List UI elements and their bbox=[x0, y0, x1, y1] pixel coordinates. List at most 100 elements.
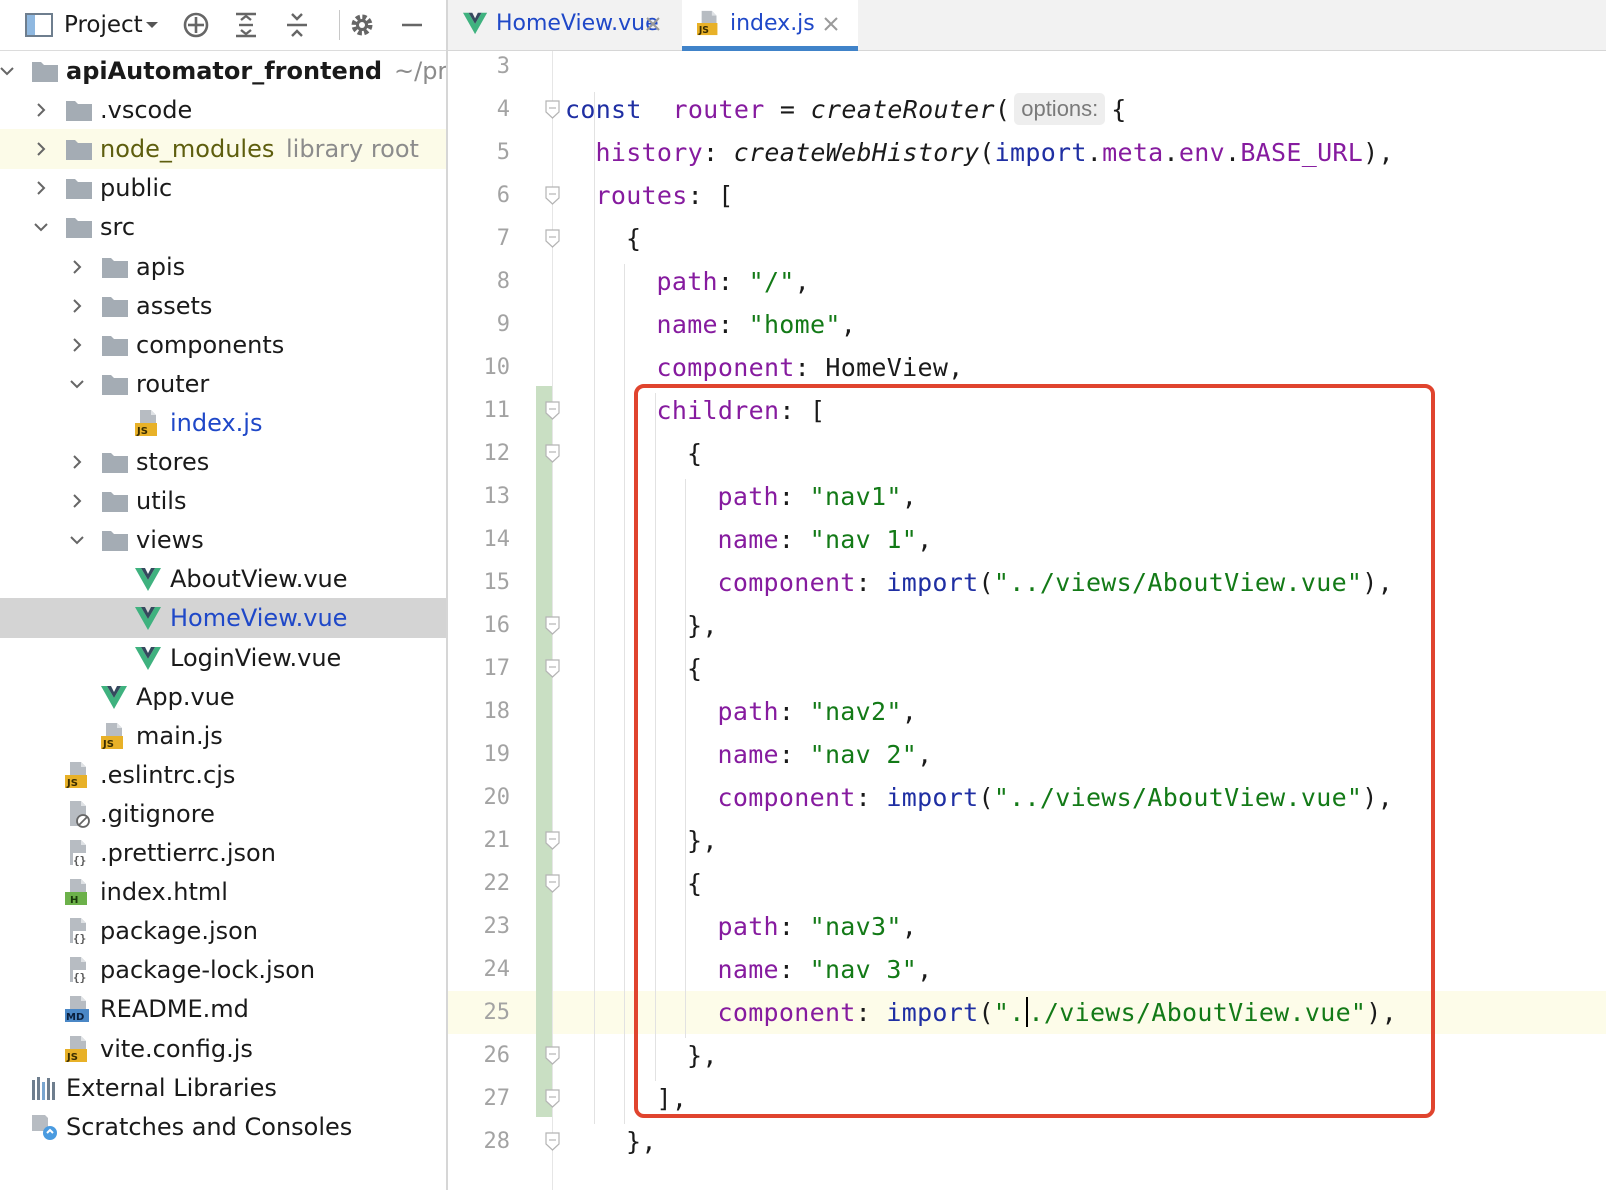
code-line[interactable]: 18 path: "nav2", bbox=[448, 690, 1606, 733]
code-line[interactable]: 26}, bbox=[448, 1034, 1606, 1077]
folder-icon bbox=[102, 453, 128, 473]
fold-marker-icon[interactable] bbox=[544, 874, 561, 893]
code-line[interactable]: 8 path: "/", bbox=[448, 260, 1606, 303]
tree-item[interactable]: assets bbox=[0, 286, 446, 326]
tree-item[interactable]: stores bbox=[0, 442, 446, 482]
code-line[interactable]: 3 bbox=[448, 51, 1606, 88]
tree-item[interactable]: apiAutomator_frontend ~/projects/apiAutom… bbox=[0, 51, 446, 91]
tree-item[interactable]: JS index.js bbox=[0, 403, 446, 443]
code-line[interactable]: 27], bbox=[448, 1077, 1606, 1120]
code-line[interactable]: 13 path: "nav1", bbox=[448, 475, 1606, 518]
chevron-right-icon[interactable] bbox=[32, 101, 50, 119]
fold-marker-icon[interactable] bbox=[544, 444, 561, 463]
tree-item[interactable]: HomeView.vue bbox=[0, 598, 446, 639]
tree-item[interactable]: {} package-lock.json bbox=[0, 950, 446, 990]
code-line[interactable]: 4 const router = createRouter(options:{ bbox=[448, 88, 1606, 131]
chevron-right-icon[interactable] bbox=[68, 258, 86, 276]
code-line[interactable]: 12 { bbox=[448, 432, 1606, 475]
chevron-right-icon[interactable] bbox=[32, 179, 50, 197]
code-line[interactable]: 5 history: createWebHistory(import.meta.e… bbox=[448, 131, 1606, 174]
tree-item[interactable]: .gitignore bbox=[0, 794, 446, 834]
locate-button[interactable] bbox=[178, 8, 214, 42]
code-line[interactable]: 24 name: "nav 3", bbox=[448, 948, 1606, 991]
tree-item[interactable]: Hindex.html bbox=[0, 872, 446, 912]
code-line[interactable]: 6 routes: [ bbox=[448, 174, 1606, 217]
code-token: BASE_URL bbox=[1240, 138, 1364, 167]
tree-item[interactable]: apis bbox=[0, 247, 446, 287]
fold-marker-icon[interactable] bbox=[544, 1089, 561, 1108]
chevron-right-icon[interactable] bbox=[68, 336, 86, 354]
code-line[interactable]: 9 name: "home", bbox=[448, 303, 1606, 346]
tree-item[interactable]: AboutView.vue bbox=[0, 559, 446, 599]
tree-item[interactable]: utils bbox=[0, 481, 446, 521]
code-token: path bbox=[717, 912, 779, 941]
fold-marker-icon[interactable] bbox=[544, 831, 561, 850]
line-number: 24 bbox=[483, 957, 511, 982]
fold-marker-icon[interactable] bbox=[544, 186, 561, 205]
project-view-dropdown[interactable]: Project bbox=[22, 8, 162, 42]
editor-tab[interactable]: JS index.js bbox=[682, 0, 858, 51]
code-line[interactable]: 23 path: "nav3", bbox=[448, 905, 1606, 948]
tree-item[interactable]: .vscode bbox=[0, 90, 446, 130]
code-line[interactable]: 7{ bbox=[448, 217, 1606, 260]
chevron-right-icon[interactable] bbox=[68, 492, 86, 510]
tree-item[interactable]: src bbox=[0, 207, 446, 247]
tree-item-label: LoginView.vue bbox=[170, 643, 342, 672]
settings-button[interactable] bbox=[344, 8, 380, 42]
fold-marker-icon[interactable] bbox=[544, 229, 561, 248]
code-line[interactable]: 11 children: [ bbox=[448, 389, 1606, 432]
tree-item[interactable]: App.vue bbox=[0, 677, 446, 717]
chevron-down-icon[interactable] bbox=[68, 531, 86, 549]
tree-item[interactable]: node_modules library root bbox=[0, 129, 446, 170]
folder-icon bbox=[102, 374, 128, 395]
fold-marker-icon[interactable] bbox=[544, 616, 561, 635]
code-line[interactable]: 16}, bbox=[448, 604, 1606, 647]
fold-marker-icon[interactable] bbox=[544, 659, 561, 678]
code-line[interactable]: 15 component: import("../views/AboutView.… bbox=[448, 561, 1606, 604]
code-token: ), bbox=[1363, 138, 1394, 167]
folder-icon bbox=[66, 140, 92, 161]
tree-item[interactable]: MD README.md bbox=[0, 989, 446, 1029]
code-line[interactable]: 22 { bbox=[448, 862, 1606, 905]
svg-text:JS: JS bbox=[66, 1052, 78, 1063]
code-token: import bbox=[886, 998, 979, 1027]
code-line[interactable]: 17 { bbox=[448, 647, 1606, 690]
tree-item[interactable]: {} .prettierrc.json bbox=[0, 833, 446, 873]
close-icon[interactable] bbox=[644, 15, 662, 33]
tree-item[interactable]: views bbox=[0, 520, 446, 560]
code-line[interactable]: 20 component: import("../views/AboutView.… bbox=[448, 776, 1606, 819]
code-line[interactable]: 10 component: HomeView, bbox=[448, 346, 1606, 389]
tree-item[interactable]: components bbox=[0, 325, 446, 365]
tree-item[interactable]: JS .eslintrc.cjs bbox=[0, 755, 446, 795]
tree-item[interactable]: router bbox=[0, 364, 446, 404]
tree-item[interactable]: public bbox=[0, 168, 446, 208]
fold-marker-icon[interactable] bbox=[544, 401, 561, 420]
tree-item[interactable]: JS vite.config.js bbox=[0, 1029, 446, 1069]
chevron-right-icon[interactable] bbox=[68, 297, 86, 315]
collapse-all-button[interactable] bbox=[279, 8, 315, 42]
code-line[interactable]: 21}, bbox=[448, 819, 1606, 862]
chevron-right-icon[interactable] bbox=[32, 140, 50, 158]
tree-item[interactable]: Scratches and Consoles bbox=[0, 1107, 446, 1147]
fold-marker-icon[interactable] bbox=[544, 1046, 561, 1065]
code-line[interactable]: 28}, bbox=[448, 1120, 1606, 1163]
hide-panel-button[interactable] bbox=[394, 8, 430, 42]
tree-item[interactable]: {} package.json bbox=[0, 911, 446, 951]
fold-marker-icon[interactable] bbox=[544, 1132, 561, 1151]
code-line[interactable]: 25 component: import(". ./views/AboutView.… bbox=[448, 991, 1606, 1034]
code-text: { bbox=[626, 217, 641, 260]
expand-all-button[interactable] bbox=[228, 8, 264, 42]
editor-tab[interactable]: HomeView.vue bbox=[448, 0, 680, 50]
chevron-down-icon[interactable] bbox=[68, 375, 86, 393]
fold-marker-icon[interactable] bbox=[544, 100, 561, 119]
tree-item[interactable]: LoginView.vue bbox=[0, 638, 446, 678]
chevron-down-icon[interactable] bbox=[0, 62, 16, 80]
tree-item[interactable]: JS main.js bbox=[0, 716, 446, 756]
code-area[interactable]: 3 4 const router = createRouter(options:{5… bbox=[448, 51, 1606, 1190]
tree-item[interactable]: External Libraries bbox=[0, 1068, 446, 1108]
chevron-down-icon[interactable] bbox=[32, 218, 50, 236]
chevron-right-icon[interactable] bbox=[68, 453, 86, 471]
code-line[interactable]: 19 name: "nav 2", bbox=[448, 733, 1606, 776]
code-line[interactable]: 14 name: "nav 1", bbox=[448, 518, 1606, 561]
close-icon[interactable] bbox=[822, 15, 840, 33]
